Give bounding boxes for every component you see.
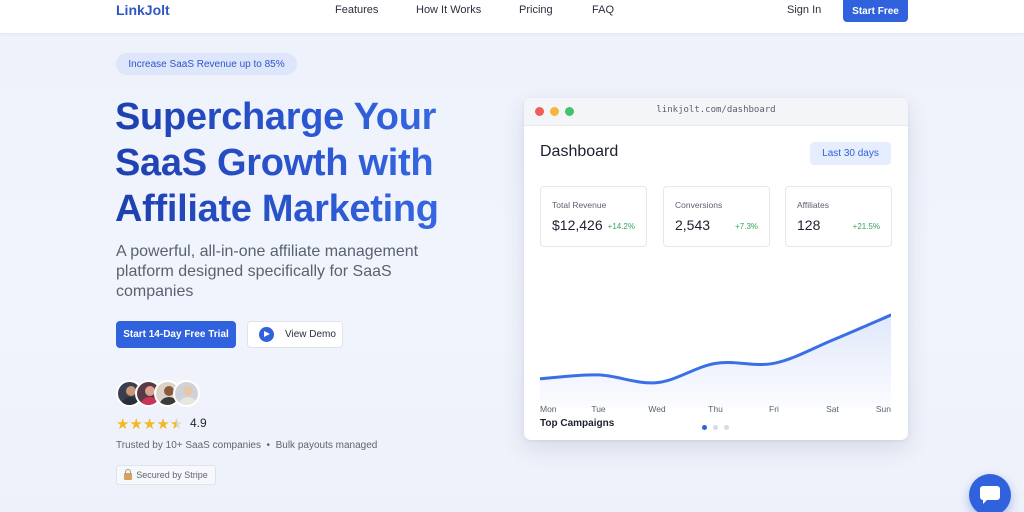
- rating-value: 4.9: [190, 416, 207, 430]
- metric-delta: +7.3%: [735, 222, 758, 231]
- metric-delta: +14.2%: [607, 222, 635, 231]
- customer-avatars: [116, 380, 200, 407]
- carousel-dot[interactable]: [724, 425, 729, 430]
- logo[interactable]: LinkJolt: [116, 2, 170, 18]
- hero-headline: Supercharge Your SaaS Growth with Affili…: [115, 94, 495, 232]
- star-icon: ★: [142, 416, 157, 433]
- nav-link-pricing[interactable]: Pricing: [519, 4, 553, 16]
- x-tick-label: Fri: [769, 404, 779, 414]
- metric-value: $12,426: [552, 217, 603, 233]
- metric-card-conversions: Conversions 2,543 +7.3%: [663, 186, 770, 247]
- x-tick-label: Tue: [591, 404, 606, 414]
- chat-launcher-button[interactable]: [969, 474, 1011, 512]
- play-icon: [259, 327, 274, 342]
- x-tick-label: Mon: [540, 404, 557, 414]
- metric-label: Total Revenue: [552, 200, 607, 210]
- chat-bubble-icon: [980, 486, 1000, 504]
- sign-in-link[interactable]: Sign In: [787, 4, 821, 16]
- top-nav: LinkJolt Features How It Works Pricing F…: [0, 0, 1024, 34]
- address-url: linkjolt.com/dashboard: [656, 105, 776, 115]
- x-tick-label: Sat: [826, 404, 839, 414]
- avatar: [173, 380, 200, 407]
- revenue-badge: Increase SaaS Revenue up to 85%: [116, 53, 297, 75]
- trusted-text: Trusted by 10+ SaaS companies • Bulk pay…: [116, 440, 378, 451]
- dashboard-title: Dashboard: [540, 143, 619, 160]
- chart-area: [540, 315, 891, 408]
- star-icon: ★: [156, 416, 170, 433]
- start-free-button[interactable]: Start Free: [843, 0, 908, 22]
- metric-label: Conversions: [675, 200, 723, 210]
- x-tick-label: Sun: [875, 404, 891, 414]
- window-titlebar: linkjolt.com/dashboard: [524, 98, 908, 126]
- nav-link-faq[interactable]: FAQ: [592, 4, 614, 16]
- star-rating: ★★★★★: [116, 415, 183, 433]
- star-icon: ★: [116, 416, 130, 433]
- metric-value: 128: [797, 217, 821, 233]
- headline-line-2: SaaS Growth with: [115, 140, 495, 186]
- metric-value: 2,543: [675, 217, 711, 233]
- x-tick-label: Wed: [648, 404, 666, 414]
- carousel-dot[interactable]: [713, 425, 718, 430]
- x-tick-label: Thu: [708, 404, 723, 414]
- metric-card-affiliates: Affiliates 128 +21.5%: [785, 186, 892, 247]
- metric-card-revenue: Total Revenue $12,426 +14.2%: [540, 186, 647, 247]
- revenue-chart: [540, 313, 891, 408]
- nav-link-features[interactable]: Features: [335, 4, 378, 16]
- secured-by-stripe-badge: Secured by Stripe: [116, 465, 216, 485]
- hero-subheadline: A powerful, all-in-one affiliate managem…: [116, 243, 419, 300]
- carousel-dot-active[interactable]: [702, 425, 707, 430]
- lock-icon: [124, 468, 133, 480]
- date-range-selector[interactable]: Last 30 days: [810, 142, 891, 165]
- dashboard-preview: linkjolt.com/dashboard Dashboard Last 30…: [524, 98, 908, 440]
- nav-link-how-it-works[interactable]: How It Works: [416, 4, 481, 16]
- view-demo-label: View Demo: [285, 329, 336, 340]
- star-icon: ★: [129, 416, 143, 433]
- secured-label: Secured by Stripe: [136, 470, 208, 480]
- top-campaigns-label: Top Campaigns: [540, 418, 615, 429]
- view-demo-button[interactable]: View Demo: [247, 321, 343, 348]
- headline-line-1: Supercharge Your: [115, 94, 495, 140]
- metric-label: Affiliates: [797, 200, 829, 210]
- metric-delta: +21.5%: [852, 222, 880, 231]
- headline-line-3: Affiliate Marketing: [115, 186, 495, 232]
- free-trial-button[interactable]: Start 14-Day Free Trial: [116, 321, 236, 348]
- star-icon: ★: [169, 416, 184, 433]
